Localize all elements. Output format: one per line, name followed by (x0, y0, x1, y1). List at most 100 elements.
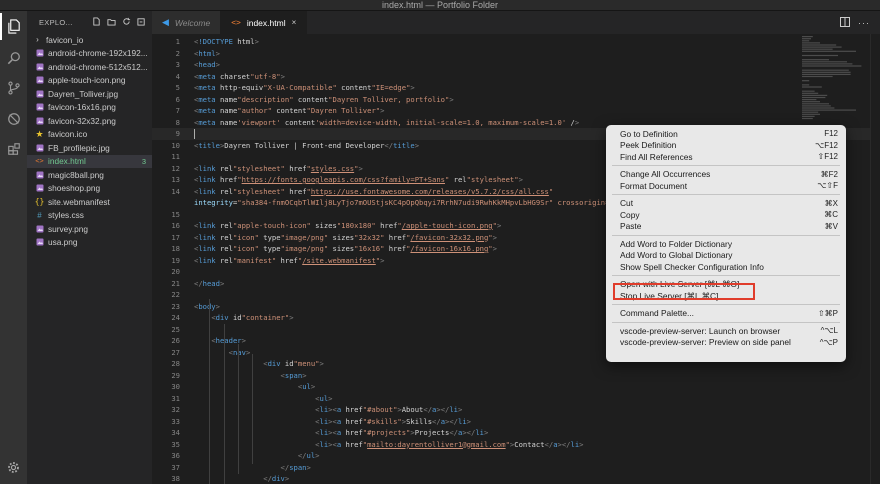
image-file-icon (35, 76, 44, 85)
menu-item-label: Add Word to Global Dictionary (620, 250, 733, 261)
code-text: <ul> (315, 393, 333, 403)
code-line[interactable]: 35 <li><a href"mailto:dayrentolliver1@gm… (152, 439, 880, 451)
menu-item[interactable]: Command Palette... ⇧⌘P (606, 308, 846, 320)
code-line[interactable]: 5 <meta http-equiv"X-UA-Compatible" conte… (152, 82, 880, 94)
code-text: <meta name'viewport' content'width=devic… (194, 117, 580, 127)
file-item[interactable]: usa.png (27, 236, 152, 250)
tab-index-html[interactable]: <> index.html × (221, 11, 308, 34)
menu-item[interactable]: Add Word to Folder Dictionary (606, 238, 846, 250)
code-line[interactable]: 3 <head> (152, 59, 880, 71)
collapse-all-icon[interactable] (137, 17, 146, 28)
new-file-icon[interactable] (92, 16, 101, 28)
file-item[interactable]: <> index.html 3 (27, 154, 152, 168)
window-title: index.html — Portfolio Folder (381, 0, 499, 10)
line-number: 31 (171, 393, 180, 403)
menu-item[interactable]: Add Word to Global Dictionary (606, 250, 846, 262)
minimap[interactable] (798, 34, 868, 124)
code-line[interactable]: 7 <meta name"author" content"Dayren Tolli… (152, 105, 880, 117)
line-number: 3 (175, 60, 180, 69)
indent-guide (238, 344, 239, 474)
file-item[interactable]: # styles.css (27, 209, 152, 223)
editor-scrollbar[interactable] (870, 34, 880, 484)
minimap-line (802, 63, 853, 65)
code-text: </head> (194, 278, 225, 288)
menu-item-shortcut: ⌘F2 (820, 169, 838, 179)
menu-item[interactable]: Find All References ⇧F12 (606, 151, 846, 163)
code-text: <span> (280, 370, 307, 380)
file-item[interactable]: apple-touch-icon.png (27, 74, 152, 88)
window-title-bar: index.html — Portfolio Folder (0, 0, 880, 11)
explorer-icon[interactable] (0, 13, 27, 40)
code-line[interactable]: 2 <html> (152, 48, 880, 60)
minimap-line (802, 107, 835, 109)
code-text: <body> (194, 301, 220, 311)
menu-item[interactable]: Change All Occurrences ⌘F2 (606, 169, 846, 181)
file-item[interactable]: magic8ball.png (27, 168, 152, 182)
extensions-icon[interactable] (0, 135, 27, 162)
menu-item[interactable]: Copy ⌘C (606, 209, 846, 221)
code-line[interactable]: 30 <ul> (152, 381, 880, 393)
code-text: <link rel"icon" type"image/png" sizes"16… (194, 244, 497, 253)
code-line[interactable]: 6 <meta name"description" content"Dayren … (152, 94, 880, 106)
minimap-line (802, 86, 822, 88)
menu-item[interactable]: Cut ⌘X (606, 198, 846, 210)
minimap-line (802, 36, 813, 38)
tab-label: index.html (246, 17, 286, 28)
code-line[interactable]: 38 </div> (152, 473, 880, 484)
file-item[interactable]: Dayren_Tolliver.jpg (27, 87, 152, 101)
file-item[interactable]: shoeshop.png (27, 182, 152, 196)
code-line[interactable]: 37 </span> (152, 462, 880, 474)
code-line[interactable]: 1 <!DOCTYPE html> (152, 36, 880, 48)
menu-item-label: Command Palette... (620, 308, 695, 319)
menu-item[interactable]: Peek Definition ⌥F12 (606, 140, 846, 152)
file-label: survey.png (48, 223, 88, 234)
menu-item[interactable]: Format Document ⌥⇧F (606, 180, 846, 192)
menu-item[interactable]: vscode-preview-server: Launch on browser… (606, 325, 846, 337)
settings-gear-icon[interactable] (0, 454, 27, 481)
file-item[interactable]: ★ favicon.ico (27, 128, 152, 142)
file-item[interactable]: android-chrome-512x512... (27, 60, 152, 74)
line-number: 10 (171, 140, 180, 150)
file-item[interactable]: FB_profilepic.jpg (27, 141, 152, 155)
code-text: <link rel"stylesheet" href"https://use.f… (194, 186, 554, 196)
close-tab-icon[interactable]: × (292, 18, 297, 27)
indent-guide (224, 324, 225, 484)
split-editor-icon[interactable] (840, 14, 850, 32)
hash-icon: # (37, 210, 42, 220)
file-item[interactable]: {} site.webmanifest (27, 195, 152, 209)
new-folder-icon[interactable] (107, 17, 116, 28)
menu-item[interactable]: vscode-preview-server: Preview on side p… (606, 337, 846, 349)
menu-item-shortcut: ^⌥L (820, 326, 838, 336)
code-line[interactable]: 29 <span> (152, 370, 880, 382)
line-number: 11 (171, 152, 180, 161)
tab-welcome[interactable]: ◀ Welcome (152, 11, 222, 34)
file-item[interactable]: android-chrome-192x192... (27, 47, 152, 61)
more-actions-icon[interactable]: ··· (858, 18, 870, 28)
code-line[interactable]: 36 </ul> (152, 450, 880, 462)
menu-item-open-with-live-server[interactable]: Open with Live Server [⌘L ⌘O] (606, 279, 846, 291)
menu-item[interactable]: Go to Definition F12 (606, 128, 846, 140)
file-item[interactable]: favicon-32x32.png (27, 114, 152, 128)
search-icon[interactable] (0, 44, 27, 71)
code-line[interactable]: 33 <li><a href"#skills">Skills</a></li> (152, 416, 880, 428)
refresh-icon[interactable] (122, 17, 131, 28)
menu-item[interactable]: Stop Live Server [⌘L ⌘C] (606, 290, 846, 302)
file-item[interactable]: favicon-16x16.png (27, 101, 152, 115)
code-line[interactable]: 32 <li><a href"#about">About</a></li> (152, 404, 880, 416)
code-line[interactable]: 34 <li><a href"#projects">Projects</a></… (152, 427, 880, 439)
menu-item[interactable]: Show Spell Checker Configuration Info (606, 261, 846, 273)
file-label: index.html (48, 156, 86, 167)
code-text: <meta charset"utf-8"> (194, 71, 285, 81)
menu-item-shortcut: F12 (824, 129, 838, 139)
file-label: styles.css (48, 210, 84, 221)
code-line[interactable]: 4 <meta charset"utf-8"> (152, 71, 880, 83)
folder-item[interactable]: › favicon_io (27, 33, 152, 47)
context-menu: Go to Definition F12 Peek Definition ⌥F12 Fi… (606, 125, 846, 362)
menu-item[interactable]: Paste ⌘V (606, 221, 846, 233)
source-control-icon[interactable] (0, 74, 27, 101)
code-line[interactable]: 31 <ul> (152, 393, 880, 405)
file-item[interactable]: survey.png (27, 222, 152, 236)
minimap-line (802, 101, 820, 103)
line-number: 6 (175, 94, 180, 104)
debug-icon[interactable] (0, 105, 27, 132)
